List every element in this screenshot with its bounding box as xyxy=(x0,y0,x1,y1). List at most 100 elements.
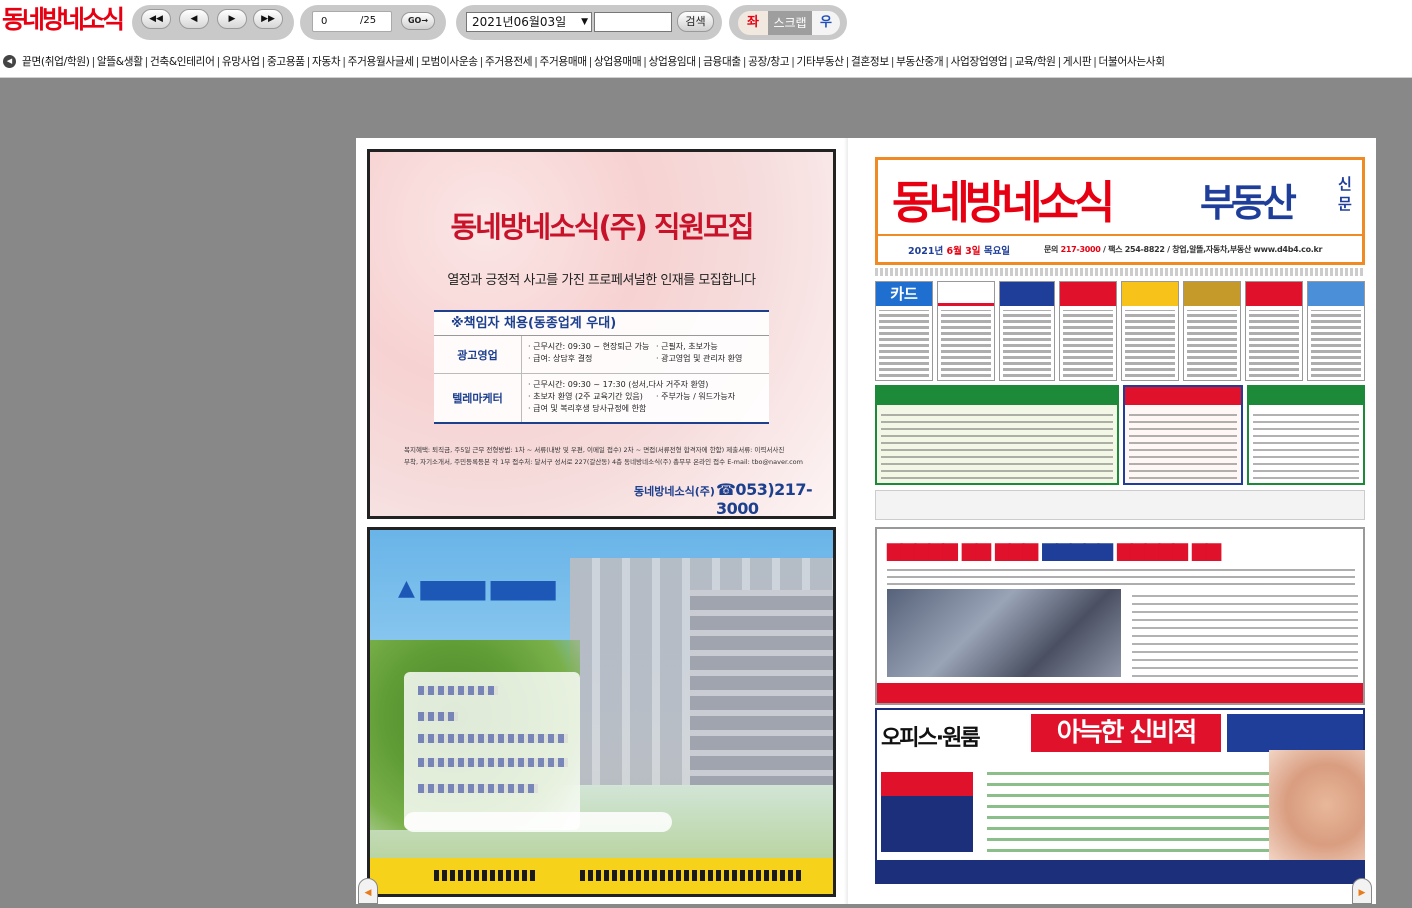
factory-job-ad[interactable]: ▆▆▆▆▆ ▆▆ ▆▆▆ ▆▆▆▆▆ ▆▆▆▆▆ ▆▆ xyxy=(875,527,1365,705)
hospital-ad-footer xyxy=(370,858,833,894)
category-link[interactable]: 끝면(취업/학원) xyxy=(22,56,90,68)
category-separator: | xyxy=(415,56,420,68)
category-link[interactable]: 알뜰&생활 xyxy=(97,56,143,68)
last-page-button[interactable]: ▶▶ xyxy=(253,9,283,29)
category-separator: | xyxy=(1057,56,1062,68)
prev-page-button[interactable]: ◀ xyxy=(179,9,209,29)
view-left-button[interactable]: 좌 xyxy=(738,11,768,35)
chevron-down-icon: ▼ xyxy=(581,17,588,27)
category-separator: | xyxy=(479,56,484,68)
category-separator: | xyxy=(588,56,593,68)
category-link[interactable]: 사업장업영업 xyxy=(951,56,1008,68)
ad-box[interactable] xyxy=(875,385,1119,485)
desc-line: · 주부가능 / 워드가능자 xyxy=(656,392,736,401)
recruit-company: 동네방네소식(주) xyxy=(634,485,715,498)
category-link[interactable]: 중고용품 xyxy=(267,56,305,68)
page-number-input[interactable]: 0 xyxy=(312,11,392,32)
issue-date-value: 2021년06월03일 xyxy=(472,15,567,29)
ad-thumbnail[interactable] xyxy=(1245,281,1303,381)
category-link[interactable]: 상업용임대 xyxy=(649,56,697,68)
top-toolbar: 동네방네소식 ◀◀ ◀ ▶ ▶▶ 0 /25 GO→ 2021년06월03일 ▼… xyxy=(0,0,1412,46)
ad-thumbnail[interactable] xyxy=(1183,281,1241,381)
category-link[interactable]: 결혼정보 xyxy=(851,56,889,68)
category-link[interactable]: 부동산중개 xyxy=(896,56,944,68)
masthead-paper: 신 문 xyxy=(1338,174,1352,214)
category-link[interactable]: 상업용매매 xyxy=(594,56,642,68)
bottom-ad-footer xyxy=(877,860,1363,882)
scrap-button[interactable]: 스크랩 xyxy=(768,11,812,35)
masthead-info-bar: 2021년 6월 3일 목요일 문의 217-3000 / 팩스 254-882… xyxy=(878,234,1362,262)
ad-box[interactable] xyxy=(1247,385,1365,485)
ad-thumbnail[interactable] xyxy=(937,281,995,381)
ad-thumbnail[interactable]: 카드 xyxy=(875,281,933,381)
category-link[interactable]: 교육/학원 xyxy=(1015,56,1056,68)
hospital-ad[interactable]: ▲ ▆▆▆▆ ▆▆▆▆ xyxy=(367,527,836,897)
desc-line: · 급여: 상담후 결정 xyxy=(528,354,593,363)
right-page[interactable]: 동네방네소식 부동산 신 문 2021년 6월 3일 목요일 문의 217-30… xyxy=(848,138,1376,904)
masthead-fine-print xyxy=(875,268,1365,276)
masthead-contact: 문의 217-3000 / 팩스 254-8822 / 창업,알뜰,자동차,부동… xyxy=(1044,244,1322,255)
thumb-header xyxy=(1000,282,1054,306)
factory-ad-footer xyxy=(877,683,1363,703)
desc-line: · 근필자, 초보가능 xyxy=(656,342,718,351)
blurred-text xyxy=(418,686,498,695)
thumb-header xyxy=(1122,282,1178,306)
category-link[interactable]: 주거용매매 xyxy=(540,56,588,68)
category-link[interactable]: 자동차 xyxy=(312,56,341,68)
recruit-fine-print: 복지혜택: 퇴직금, 주5일 근무 전형방법: 1차 ~ 서류(내방 및 우편,… xyxy=(404,444,814,468)
issue-date-weekday: 목요일 xyxy=(983,246,1011,257)
category-scroll-left-icon[interactable]: ◀ xyxy=(3,55,16,68)
category-link[interactable]: 건축&인테리어 xyxy=(150,56,215,68)
left-page[interactable]: 동네방네소식(주) 직원모집 열정과 긍정적 사고를 가진 프로페셔널한 인재를… xyxy=(356,138,846,904)
factory-table xyxy=(1132,589,1358,677)
next-page-corner-icon[interactable]: ▶ xyxy=(1352,878,1372,904)
category-link[interactable]: 공장/창고 xyxy=(748,56,789,68)
view-right-button[interactable]: 우 xyxy=(812,11,840,35)
ad-thumbnail[interactable] xyxy=(1307,281,1365,381)
recruit-ad-subtitle: 열정과 긍정적 사고를 가진 프로페셔널한 인재를 모집합니다 xyxy=(447,273,756,288)
go-button[interactable]: GO→ xyxy=(401,12,435,30)
next-page-button[interactable]: ▶ xyxy=(217,9,247,29)
blurred-text xyxy=(418,784,538,793)
thumb-body xyxy=(1125,310,1175,377)
category-link[interactable]: 금융대출 xyxy=(703,56,741,68)
category-separator: | xyxy=(697,56,702,68)
table-row: 광고영업 · 근무시간: 09:30 ~ 현장퇴근 가능 · 근필자, 초보가능 … xyxy=(434,336,769,374)
category-link[interactable]: 게시판 xyxy=(1063,56,1092,68)
category-link[interactable]: 유망사업 xyxy=(222,56,260,68)
search-input[interactable] xyxy=(594,12,672,32)
ad-thumbnail[interactable] xyxy=(1059,281,1117,381)
category-link[interactable]: 더불어사는사회 xyxy=(1099,56,1165,68)
ad-box[interactable] xyxy=(1123,385,1243,485)
hospital-address-strip xyxy=(404,812,672,832)
category-link[interactable]: 주거용전세 xyxy=(485,56,533,68)
category-separator: | xyxy=(261,56,266,68)
ad-box-body xyxy=(881,411,1113,479)
category-separator: | xyxy=(306,56,311,68)
prev-page-corner-icon[interactable]: ◀ xyxy=(358,878,378,904)
hand-image xyxy=(1269,750,1365,860)
category-link[interactable]: 모범이사운송 xyxy=(421,56,478,68)
category-link[interactable]: 기타부동산 xyxy=(797,56,845,68)
recruit-ad[interactable]: 동네방네소식(주) 직원모집 열정과 긍정적 사고를 가진 프로페셔널한 인재를… xyxy=(367,149,836,519)
ad-thumbnail[interactable] xyxy=(999,281,1055,381)
thumb-body xyxy=(941,310,991,377)
site-logo[interactable]: 동네방네소식 xyxy=(0,0,130,46)
ad-box-header xyxy=(1249,387,1363,405)
ad-box-header xyxy=(877,387,1117,405)
bottom-ad[interactable]: 오피스·원룸 아늑한 신비적 xyxy=(875,708,1365,884)
category-link[interactable]: 주거용월사글세 xyxy=(348,56,414,68)
category-separator: | xyxy=(890,56,895,68)
first-page-button[interactable]: ◀◀ xyxy=(141,9,171,29)
ad-thumbnail[interactable] xyxy=(1121,281,1179,381)
ad-strip[interactable] xyxy=(875,490,1365,520)
recruit-table: ※책임자 채용(동종업계 우대) 광고영업 · 근무시간: 09:30 ~ 현장… xyxy=(434,310,769,424)
category-separator: | xyxy=(342,56,346,68)
thumb-body xyxy=(1311,310,1361,377)
category-separator: | xyxy=(216,56,221,68)
masthead-paper-char: 문 xyxy=(1338,195,1352,213)
search-button[interactable]: 검색 xyxy=(677,11,714,32)
issue-date-select[interactable]: 2021년06월03일 ▼ xyxy=(466,12,592,32)
role-label: 광고영업 xyxy=(434,336,522,373)
table-row: 텔레마케터 · 근무시간: 09:30 ~ 17:30 (성서,다사 거주자 환… xyxy=(434,374,769,422)
